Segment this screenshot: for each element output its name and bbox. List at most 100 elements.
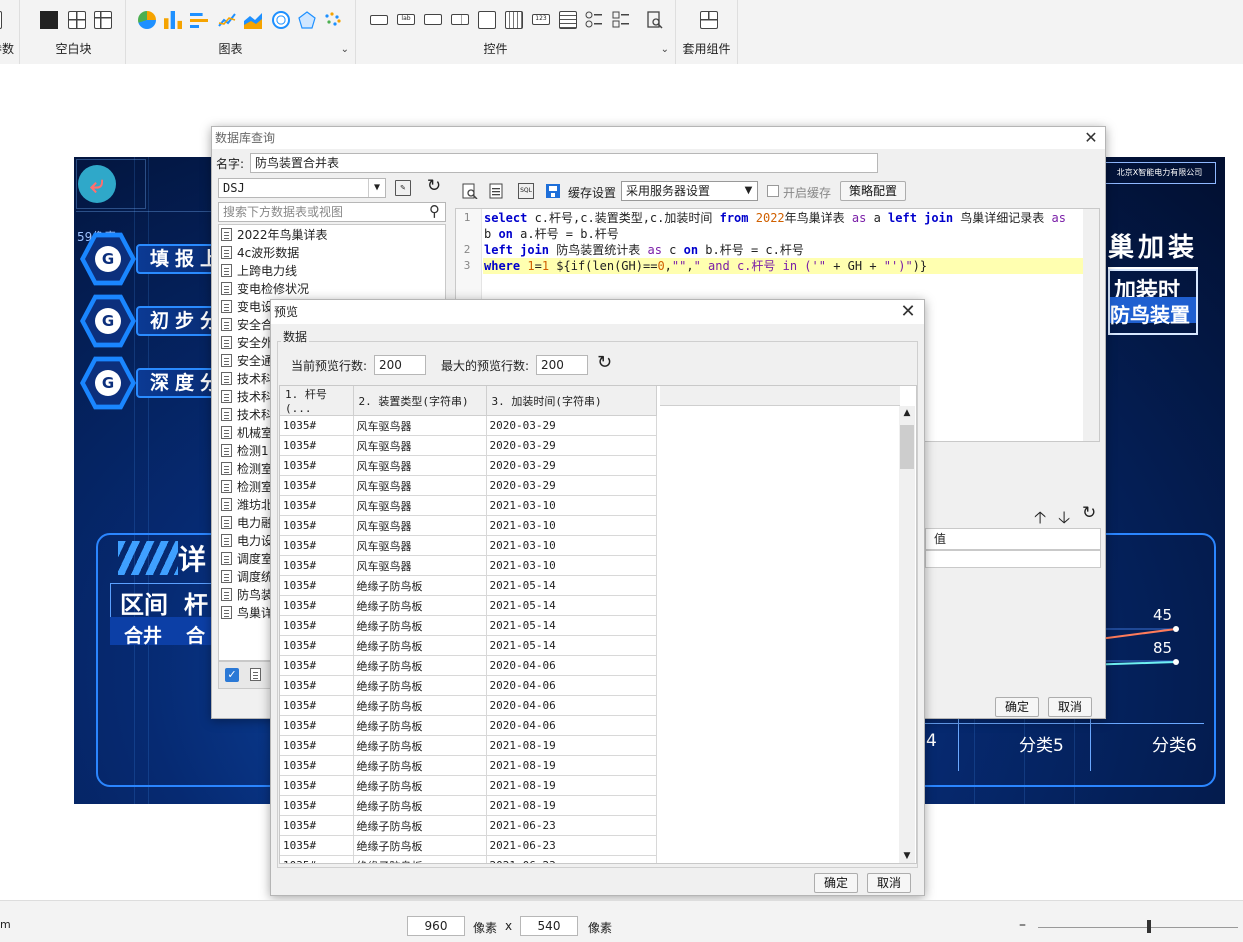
query-name-input[interactable]: 防鸟装置合并表: [250, 153, 878, 173]
template-widget-icon[interactable]: [700, 11, 718, 29]
sql-format-icon[interactable]: SQL: [518, 183, 534, 199]
ok-button[interactable]: 确定: [814, 873, 858, 893]
preview-icon[interactable]: [462, 183, 478, 200]
canvas-height-input[interactable]: 540: [520, 916, 578, 936]
table-row[interactable]: 1035# 绝缘子防鸟板 2021-08-19: [280, 795, 657, 816]
zoom-out-icon[interactable]: –: [1019, 917, 1026, 933]
grid-block-icon[interactable]: [68, 11, 86, 29]
checkbox-group-icon[interactable]: [612, 11, 630, 29]
label-widget-icon[interactable]: lab: [397, 14, 415, 25]
chevron-down-icon[interactable]: ⌄: [341, 44, 349, 55]
cancel-button[interactable]: 取消: [1048, 697, 1092, 717]
cache-mode-select[interactable]: 采用服务器设置 ▼: [621, 181, 758, 201]
table-cell: 2021-08-19: [486, 755, 657, 776]
canvas-width-input[interactable]: 960: [407, 916, 465, 936]
table-row[interactable]: 1035# 绝缘子防鸟板 2021-08-19: [280, 755, 657, 776]
table-row[interactable]: 1035# 绝缘子防鸟板 2021-08-19: [280, 775, 657, 796]
current-rows-input[interactable]: 200: [374, 355, 426, 375]
table-row[interactable]: 1035# 绝缘子防鸟板 2020-04-06: [280, 715, 657, 736]
chevron-down-icon[interactable]: ▼: [899, 851, 915, 861]
table-list-item[interactable]: 变电检修状况: [221, 280, 445, 298]
refresh-icon[interactable]: ↻: [597, 352, 612, 373]
date-widget-icon[interactable]: [505, 11, 523, 29]
table-cell: 1035#: [280, 655, 354, 676]
show-tables-checkbox[interactable]: ✓: [225, 668, 239, 682]
edit-datasource-icon[interactable]: ✎: [395, 180, 411, 196]
scrollbar-thumb[interactable]: [900, 425, 914, 469]
datasource-select[interactable]: DSJ ▼: [218, 178, 386, 198]
table-row[interactable]: 1035#绝缘子防鸟板2021-06-23: [280, 835, 657, 856]
number-widget-icon[interactable]: 123: [532, 14, 550, 25]
table-row[interactable]: 1035#绝缘子防鸟板2021-06-23: [280, 855, 657, 863]
close-icon[interactable]: ✕: [1081, 128, 1101, 148]
table-row[interactable]: 1035# 绝缘子防鸟板 2021-05-14: [280, 615, 657, 636]
gauge-chart-icon[interactable]: [272, 11, 290, 29]
document-icon[interactable]: [488, 183, 504, 199]
column-header[interactable]: 1. 杆号(...: [280, 386, 354, 416]
table-row[interactable]: 1035# 绝缘子防鸟板 2020-04-06: [280, 675, 657, 696]
zoom-slider[interactable]: [1038, 927, 1238, 928]
strategy-config-button[interactable]: 策略配置: [840, 181, 906, 201]
table-search-input[interactable]: 搜索下方数据表或视图 ⚲: [218, 202, 446, 222]
back-icon[interactable]: ⤶: [78, 165, 116, 203]
scatter-chart-icon[interactable]: [324, 11, 342, 29]
cancel-button[interactable]: 取消: [867, 873, 911, 893]
param-icon[interactable]: P: [0, 11, 2, 29]
pie-chart-icon[interactable]: [138, 11, 156, 29]
refresh-icon[interactable]: ↻: [1082, 503, 1096, 523]
close-icon[interactable]: ✕: [898, 302, 918, 322]
table-row[interactable]: 1035# 风车驱鸟器 2021-03-10: [280, 495, 657, 516]
textarea-widget-icon[interactable]: [559, 11, 577, 29]
table-cell: 风车驱鸟器: [353, 555, 487, 576]
table-row[interactable]: 1035# 风车驱鸟器 2021-03-10: [280, 515, 657, 536]
table-row[interactable]: 1035# 绝缘子防鸟板 2021-05-14: [280, 575, 657, 596]
button-widget-icon[interactable]: [370, 15, 388, 25]
table-row[interactable]: 1035# 绝缘子防鸟板 2020-04-06: [280, 695, 657, 716]
search-icon[interactable]: ⚲: [429, 202, 440, 220]
report-block-icon[interactable]: [40, 11, 58, 29]
preview-table[interactable]: 1. 杆号(... 2. 装置类型(字符串) 3. 加装时间(字符串) 1035# 风…: [279, 385, 917, 864]
table-row[interactable]: 1035# 风车驱鸟器 2020-03-29: [280, 455, 657, 476]
column-header[interactable]: 2. 装置类型(字符串): [353, 386, 487, 416]
textbox-widget-icon[interactable]: [424, 14, 442, 25]
company-name: 北京X智能电力有限公司: [1103, 162, 1216, 184]
cache-settings-icon[interactable]: [545, 183, 561, 199]
query-widget-icon[interactable]: [646, 11, 664, 29]
ok-button[interactable]: 确定: [995, 697, 1039, 717]
radar-chart-icon[interactable]: [298, 11, 316, 29]
table-cell: 1035#: [280, 775, 354, 796]
table-row[interactable]: 1035# 绝缘子防鸟板 2021-05-14: [280, 635, 657, 656]
table-list-item[interactable]: 2022年鸟巢详表: [221, 226, 445, 244]
max-rows-input[interactable]: 200: [536, 355, 588, 375]
table-row[interactable]: 1035# 绝缘子防鸟板 2021-08-19: [280, 735, 657, 756]
refresh-icon[interactable]: ↻: [426, 178, 442, 195]
enable-cache-checkbox[interactable]: [767, 185, 779, 197]
chevron-down-icon[interactable]: ⌄: [661, 44, 669, 55]
table-list-item[interactable]: 上跨电力线: [221, 262, 445, 280]
chevron-down-icon[interactable]: ▼: [368, 179, 385, 197]
table-list-item[interactable]: 4c波形数据: [221, 244, 445, 262]
hbar-chart-icon[interactable]: [190, 11, 208, 29]
table-row[interactable]: 1035# 风车驱鸟器 2020-03-29: [280, 415, 657, 436]
bar-chart-icon[interactable]: [164, 11, 182, 29]
table-row[interactable]: 1035#绝缘子防鸟板2021-06-23: [280, 815, 657, 836]
zoom-slider-handle[interactable]: [1147, 920, 1151, 933]
dropdown-widget-icon[interactable]: [451, 14, 469, 25]
table-row[interactable]: 1035# 绝缘子防鸟板 2020-04-06: [280, 655, 657, 676]
param-value-cell[interactable]: [925, 550, 1101, 568]
sql-scrollbar[interactable]: [1083, 209, 1099, 441]
table-block-icon[interactable]: [94, 11, 112, 29]
line-chart-icon[interactable]: [218, 11, 236, 29]
table-row[interactable]: 1035# 风车驱鸟器 2020-03-29: [280, 475, 657, 496]
table-row[interactable]: 1035# 风车驱鸟器 2020-03-29: [280, 435, 657, 456]
checkbox-widget-icon[interactable]: [478, 11, 496, 29]
chevron-down-icon[interactable]: ▼: [740, 182, 757, 200]
table-row[interactable]: 1035# 风车驱鸟器 2021-03-10: [280, 535, 657, 556]
area-chart-icon[interactable]: [244, 11, 262, 29]
radio-group-icon[interactable]: [585, 11, 603, 29]
column-header[interactable]: 3. 加装时间(字符串): [486, 386, 657, 416]
table-row[interactable]: 1035# 风车驱鸟器 2021-03-10: [280, 555, 657, 576]
preview-scrollbar[interactable]: ▲ ▼: [899, 406, 915, 863]
table-row[interactable]: 1035# 绝缘子防鸟板 2021-05-14: [280, 595, 657, 616]
chevron-up-icon[interactable]: ▲: [899, 408, 915, 418]
